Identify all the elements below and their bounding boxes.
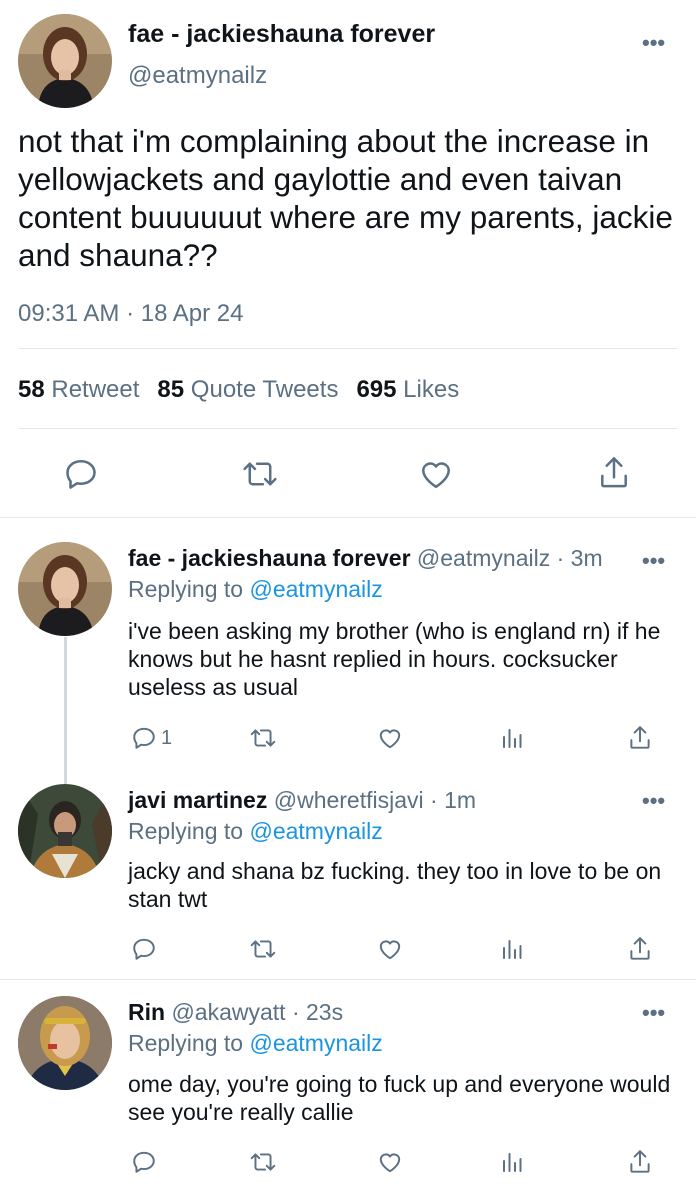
retweet-icon[interactable] — [241, 456, 279, 492]
reply-time[interactable]: · 3m — [557, 545, 603, 571]
avatar[interactable] — [18, 14, 112, 108]
replying-to: Replying to @eatmynailz — [128, 1030, 383, 1056]
reply-icon[interactable] — [131, 1149, 157, 1175]
replying-to: Replying to @eatmynailz — [128, 818, 383, 844]
tweet-stats: 58 Retweet 85 Quote Tweets 695 Likes — [18, 376, 459, 404]
thread-connector — [64, 637, 67, 787]
author-handle[interactable]: @eatmynailz — [128, 62, 267, 90]
reply-author-handle[interactable]: @eatmynailz — [417, 545, 550, 571]
heart-icon[interactable] — [377, 1149, 403, 1175]
reply-icon[interactable] — [63, 456, 99, 492]
retweet-icon[interactable] — [249, 725, 277, 751]
quote-stat[interactable]: 85 Quote Tweets — [157, 376, 338, 403]
reply-header: Rin @akawyatt · 23s — [128, 999, 343, 1026]
reply-author-handle[interactable]: @akawyatt — [171, 999, 285, 1025]
analytics-icon[interactable] — [500, 726, 524, 750]
likes-stat[interactable]: 695 Likes — [356, 376, 459, 403]
main-tweet: fae - jackieshauna forever @eatmynailz •… — [0, 0, 696, 518]
reply-count: 1 — [161, 726, 173, 749]
share-icon[interactable] — [627, 724, 653, 752]
more-icon[interactable]: ••• — [642, 790, 665, 812]
mention-link[interactable]: @eatmynailz — [249, 1030, 382, 1056]
analytics-icon[interactable] — [500, 937, 524, 961]
mention-link[interactable]: @eatmynailz — [249, 576, 382, 602]
heart-icon[interactable] — [377, 725, 403, 751]
author-name[interactable]: fae - jackieshauna forever — [128, 20, 435, 49]
retweet-stat[interactable]: 58 Retweet — [18, 376, 139, 403]
avatar[interactable] — [18, 996, 112, 1090]
reply-time[interactable]: · 23s — [292, 999, 343, 1025]
avatar[interactable] — [18, 784, 112, 878]
share-icon[interactable] — [627, 935, 653, 963]
reply-header: javi martinez @wheretfisjavi · 1m — [128, 787, 476, 814]
more-icon[interactable]: ••• — [642, 550, 665, 572]
reply-text: jacky and shana bz fucking. they too in … — [128, 858, 662, 912]
reply-author-handle[interactable]: @wheretfisjavi — [274, 787, 424, 813]
heart-icon[interactable] — [377, 936, 403, 962]
more-icon[interactable]: ••• — [642, 1002, 665, 1024]
tweet-text: not that i'm complaining about the incre… — [18, 123, 673, 273]
reply-header: fae - jackieshauna forever @eatmynailz ·… — [128, 545, 603, 572]
reply-time[interactable]: · 1m — [430, 787, 476, 813]
avatar[interactable] — [18, 542, 112, 636]
divider — [18, 348, 678, 349]
tweet-timestamp[interactable]: 09:31 AM · 18 Apr 24 — [18, 300, 243, 328]
reply-text: i've been asking my brother (who is engl… — [128, 618, 661, 700]
reply-icon[interactable] — [131, 936, 157, 962]
replying-to: Replying to @eatmynailz — [128, 576, 383, 602]
more-icon[interactable]: ••• — [642, 32, 665, 54]
share-icon[interactable] — [627, 1148, 653, 1176]
reply-text: ome day, you're going to fuck up and eve… — [128, 1071, 671, 1125]
analytics-icon[interactable] — [500, 1150, 524, 1174]
divider — [18, 428, 678, 429]
reply-author-name[interactable]: javi martinez — [128, 787, 267, 813]
reply-author-name[interactable]: Rin — [128, 999, 165, 1025]
mention-link[interactable]: @eatmynailz — [249, 818, 382, 844]
divider — [0, 979, 696, 980]
reply-icon[interactable]: 1 — [131, 725, 172, 751]
reply-author-name[interactable]: fae - jackieshauna forever — [128, 545, 411, 571]
share-icon[interactable] — [596, 454, 632, 492]
retweet-icon[interactable] — [249, 936, 277, 962]
retweet-icon[interactable] — [249, 1149, 277, 1175]
heart-icon[interactable] — [418, 456, 454, 492]
